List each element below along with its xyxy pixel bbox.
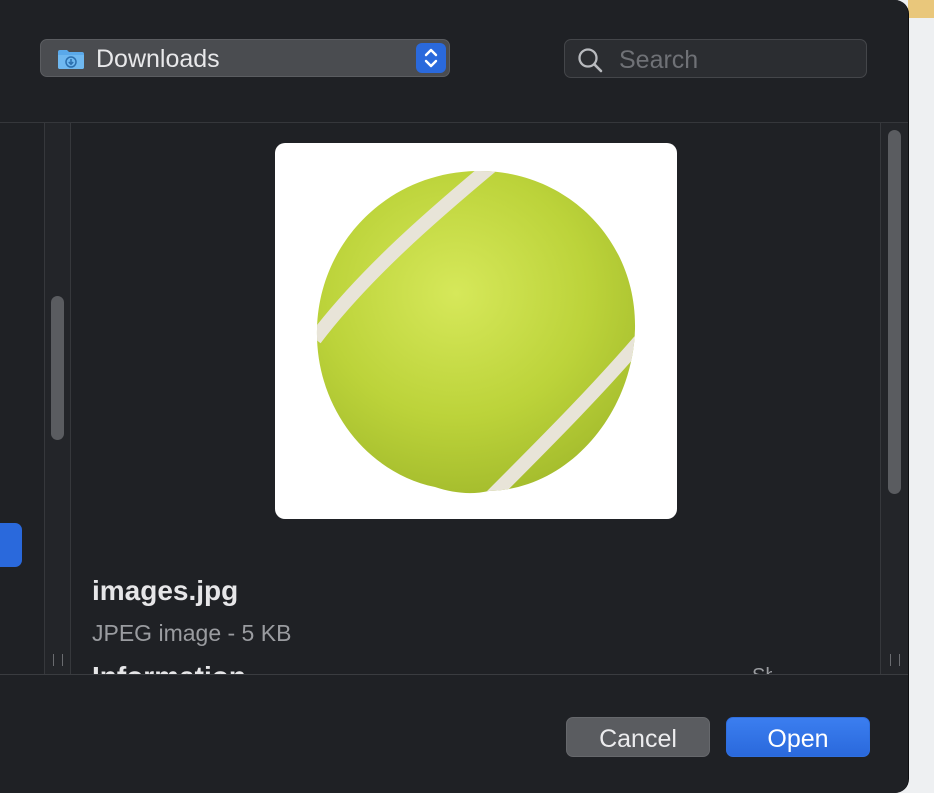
search-icon — [578, 48, 603, 73]
file-name: images.jpg — [92, 575, 239, 606]
chevron-up-down-icon — [424, 48, 438, 68]
file-thumbnail — [275, 143, 677, 519]
location-label: Downloads — [96, 45, 220, 73]
file-kind-size: JPEG image - 5 KB — [92, 620, 292, 646]
dialog-button-bar: Cancel Open — [0, 674, 908, 793]
show-less-label: Show Less — [752, 665, 772, 674]
downloads-folder-icon — [58, 50, 84, 69]
show-less-toggle[interactable]: Show Less — [752, 663, 772, 674]
left-column-scrollbar[interactable] — [44, 123, 71, 674]
open-button[interactable]: Open — [726, 717, 870, 757]
preview-pane: images.jpg JPEG image - 5 KB Information… — [72, 123, 880, 674]
file-browser: images.jpg JPEG image - 5 KB Information… — [0, 123, 908, 674]
cancel-button[interactable]: Cancel — [566, 717, 710, 757]
tennis-ball-image — [316, 170, 636, 494]
left-scroll-thumb[interactable] — [51, 296, 64, 440]
location-stepper[interactable] — [416, 43, 446, 73]
preview-scroll-thumb[interactable] — [888, 130, 901, 494]
open-file-dialog: Downloads Search images.jpg JPEG image -… — [0, 0, 909, 793]
search-field[interactable] — [564, 39, 867, 78]
column-resize-handle-right[interactable] — [890, 654, 900, 666]
location-popup-button[interactable]: Downloads — [40, 39, 450, 77]
previous-column[interactable] — [0, 123, 44, 674]
background-window-edge — [908, 0, 934, 793]
search-input[interactable] — [617, 43, 861, 77]
information-heading: Information — [92, 661, 246, 674]
preview-scrollbar[interactable] — [880, 123, 908, 674]
column-resize-handle[interactable] — [53, 654, 63, 666]
dialog-toolbar: Downloads — [0, 0, 908, 123]
selected-file-row[interactable] — [0, 523, 22, 567]
